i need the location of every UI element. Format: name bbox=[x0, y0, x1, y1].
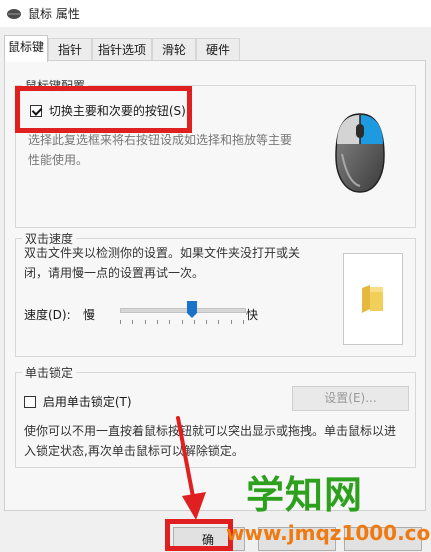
watermark-text: 学知网 bbox=[246, 473, 364, 517]
tab-hardware[interactable]: 硬件 bbox=[196, 38, 240, 60]
slow-label: 慢 bbox=[83, 308, 96, 322]
speed-label: 速度(D): bbox=[24, 308, 71, 322]
click-lock-description-line2: 入锁定状态,再次单击鼠标可以解除锁定。 bbox=[24, 444, 244, 458]
slider-tick bbox=[206, 320, 207, 324]
click-lock-checkbox-row[interactable]: 启用单击锁定(T) bbox=[24, 393, 132, 410]
slider-tick bbox=[231, 320, 232, 324]
slider-tick bbox=[120, 320, 121, 324]
button-config-description-line2: 性能使用。 bbox=[28, 153, 89, 167]
tab-wheel[interactable]: 滑轮 bbox=[152, 38, 196, 60]
double-click-description-line1: 双击文件夹以检测你的设置。如果文件夹没打开或关 bbox=[24, 246, 301, 260]
click-lock-legend: 单击锁定 bbox=[22, 364, 77, 381]
tab-pointer-options[interactable]: 指针选项 bbox=[92, 38, 152, 60]
slider-tick bbox=[145, 320, 146, 324]
watermark-url: www.jmqz1000.com bbox=[226, 521, 431, 545]
tab-buttons[interactable]: 鼠标键 bbox=[4, 35, 48, 62]
test-area[interactable] bbox=[343, 253, 403, 345]
annotation-arrow-icon bbox=[176, 416, 206, 520]
annotation-box-switch bbox=[15, 86, 192, 133]
click-lock-group: 单击锁定 启用单击锁定(T) 设置(E)... 使你可以不用一直按着鼠标按钮就可… bbox=[15, 364, 416, 468]
tab-bar: 鼠标键 指针 指针选项 滑轮 硬件 bbox=[0, 35, 431, 62]
slider-tick bbox=[218, 320, 219, 324]
settings-button[interactable]: 设置(E)... bbox=[292, 386, 409, 411]
mouse-illustration-icon bbox=[335, 113, 385, 193]
click-lock-checkbox[interactable] bbox=[24, 395, 36, 408]
mouse-icon bbox=[7, 9, 21, 19]
click-lock-description: 使你可以不用一直按着鼠标按钮就可以突出显示或拖拽。单击鼠标以进 入锁定状态,再次… bbox=[24, 421, 414, 461]
folder-icon[interactable] bbox=[361, 284, 385, 314]
double-click-description-line2: 闭，请用慢一点的设置再试一次。 bbox=[24, 266, 205, 280]
slider-tick bbox=[243, 320, 244, 324]
window-title: 鼠标 属性 bbox=[28, 7, 80, 21]
button-config-description: 选择此复选框来将右按钮设成如选择和拖放等主要 性能使用。 bbox=[28, 130, 328, 170]
slider-tick bbox=[194, 320, 195, 324]
fast-label: 快 bbox=[246, 308, 259, 322]
button-config-description-line1: 选择此复选框来将右按钮设成如选择和拖放等主要 bbox=[28, 133, 293, 147]
slider-thumb[interactable] bbox=[187, 301, 197, 318]
tab-pointers[interactable]: 指针 bbox=[48, 38, 92, 60]
slider-tick bbox=[182, 320, 183, 324]
click-lock-label: 启用单击锁定(T) bbox=[42, 395, 132, 409]
double-click-description: 双击文件夹以检测你的设置。如果文件夹没打开或关 闭，请用慢一点的设置再试一次。 bbox=[24, 243, 354, 283]
slider-tick bbox=[169, 320, 170, 324]
double-click-speed-slider[interactable] bbox=[120, 301, 246, 327]
title-bar: 鼠标 属性 bbox=[0, 0, 431, 27]
slider-tick bbox=[132, 320, 133, 324]
slider-track bbox=[120, 308, 246, 313]
slider-tick bbox=[157, 320, 158, 324]
double-click-group: 双击速度 双击文件夹以检测你的设置。如果文件夹没打开或关 闭，请用慢一点的设置再… bbox=[15, 230, 416, 357]
click-lock-description-line1: 使你可以不用一直按着鼠标按钮就可以突出显示或拖拽。单击鼠标以进 bbox=[24, 424, 397, 438]
